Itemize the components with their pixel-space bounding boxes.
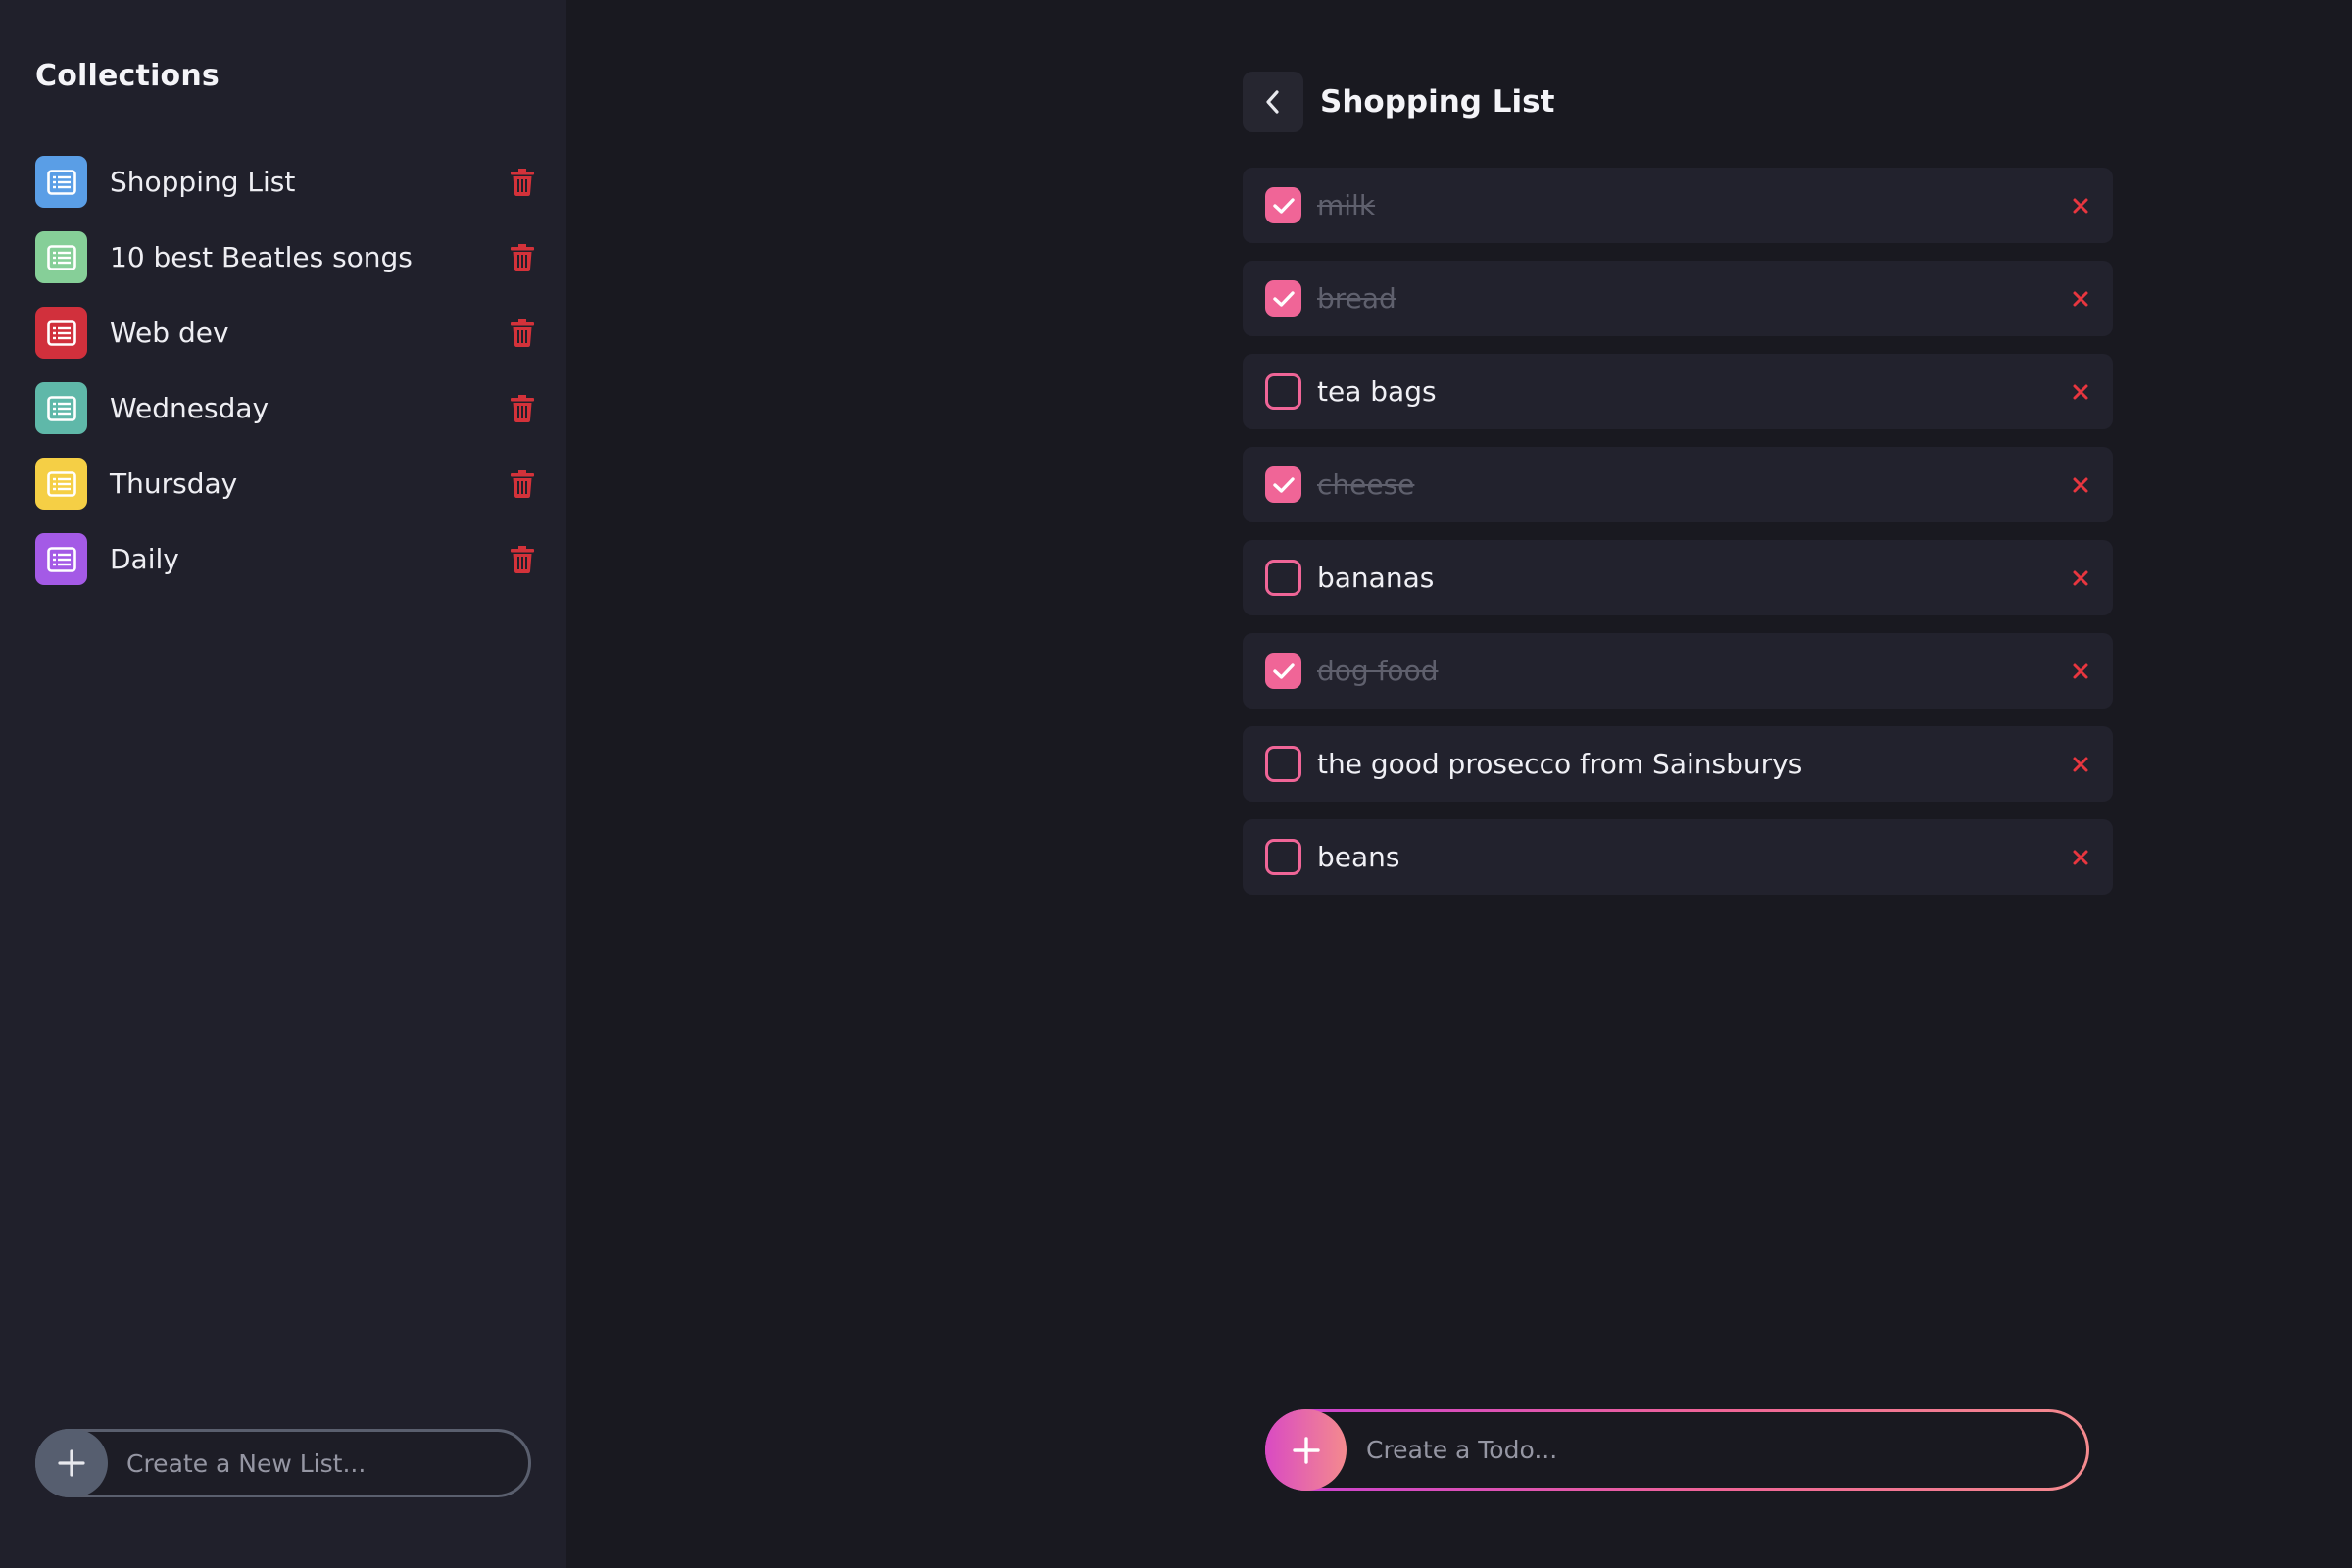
close-icon[interactable]: [2066, 377, 2095, 407]
collection-label: Web dev: [110, 317, 229, 349]
todo-checkbox[interactable]: [1265, 839, 1301, 875]
todo-text: beans: [1317, 841, 1400, 873]
collection-list: Shopping List 10 best Beatles songs Web …: [35, 156, 535, 609]
collection-item[interactable]: Shopping List: [35, 156, 535, 208]
close-icon[interactable]: [2066, 657, 2095, 686]
todo-checkbox[interactable]: [1265, 187, 1301, 223]
trash-icon[interactable]: [510, 243, 535, 272]
todo-text: milk: [1317, 189, 1376, 221]
todo-text: bananas: [1317, 562, 1435, 594]
plus-icon: [58, 1449, 85, 1477]
todo-item: bananas: [1243, 540, 2113, 615]
todo-item: bread: [1243, 261, 2113, 336]
close-icon[interactable]: [2066, 564, 2095, 593]
todo-checkbox[interactable]: [1265, 280, 1301, 317]
collection-label: 10 best Beatles songs: [110, 241, 413, 273]
collection-label: Daily: [110, 543, 179, 575]
todo-item: the good prosecco from Sainsburys: [1243, 726, 2113, 802]
page-title: Shopping List: [1320, 84, 1555, 120]
add-list-button[interactable]: [35, 1429, 108, 1497]
collection-label: Wednesday: [110, 392, 270, 424]
collection-item[interactable]: 10 best Beatles songs: [35, 231, 535, 283]
close-icon[interactable]: [2066, 843, 2095, 872]
collection-item[interactable]: Daily: [35, 533, 535, 585]
close-icon[interactable]: [2066, 470, 2095, 500]
todo-checkbox[interactable]: [1265, 653, 1301, 689]
collection-label: Shopping List: [110, 166, 296, 198]
list-icon: [35, 156, 87, 208]
todo-item: tea bags: [1243, 354, 2113, 429]
todo-item: milk: [1243, 168, 2113, 243]
collection-label: Thursday: [110, 467, 238, 500]
todo-item: beans: [1243, 819, 2113, 895]
trash-icon[interactable]: [510, 469, 535, 499]
collection-item[interactable]: Thursday: [35, 458, 535, 510]
new-list-form: [35, 1429, 531, 1497]
collection-item[interactable]: Wednesday: [35, 382, 535, 434]
todo-item: cheese: [1243, 447, 2113, 522]
todo-checkbox[interactable]: [1265, 466, 1301, 503]
todo-text: dog food: [1317, 655, 1439, 687]
sidebar-title: Collections: [35, 59, 220, 93]
list-icon: [35, 231, 87, 283]
todo-text: the good prosecco from Sainsburys: [1317, 748, 1803, 780]
chevron-left-icon: [1266, 90, 1279, 114]
plus-icon: [1292, 1436, 1320, 1464]
add-todo-button[interactable]: [1265, 1409, 1347, 1491]
close-icon[interactable]: [2066, 191, 2095, 220]
close-icon[interactable]: [2066, 750, 2095, 779]
todo-text: tea bags: [1317, 375, 1437, 408]
new-todo-form: [1265, 1409, 2089, 1491]
list-icon: [35, 307, 87, 359]
trash-icon[interactable]: [510, 318, 535, 348]
todo-text: cheese: [1317, 468, 1415, 501]
trash-icon[interactable]: [510, 545, 535, 574]
todo-item: dog food: [1243, 633, 2113, 709]
list-icon: [35, 382, 87, 434]
todo-text: bread: [1317, 282, 1396, 315]
collection-item[interactable]: Web dev: [35, 307, 535, 359]
todo-checkbox[interactable]: [1265, 746, 1301, 782]
todo-checkbox[interactable]: [1265, 560, 1301, 596]
sidebar: Collections Shopping List 10 best Beatle…: [0, 0, 566, 1568]
trash-icon[interactable]: [510, 168, 535, 197]
new-todo-field: [1265, 1409, 2086, 1491]
list-icon: [35, 458, 87, 510]
todo-list: milk bread tea bags cheese bananas dog f…: [1243, 168, 2113, 912]
new-todo-input[interactable]: [1364, 1412, 2050, 1488]
todo-checkbox[interactable]: [1265, 373, 1301, 410]
new-list-input[interactable]: [124, 1432, 516, 1494]
trash-icon[interactable]: [510, 394, 535, 423]
list-icon: [35, 533, 87, 585]
back-button[interactable]: [1243, 72, 1303, 132]
close-icon[interactable]: [2066, 284, 2095, 314]
